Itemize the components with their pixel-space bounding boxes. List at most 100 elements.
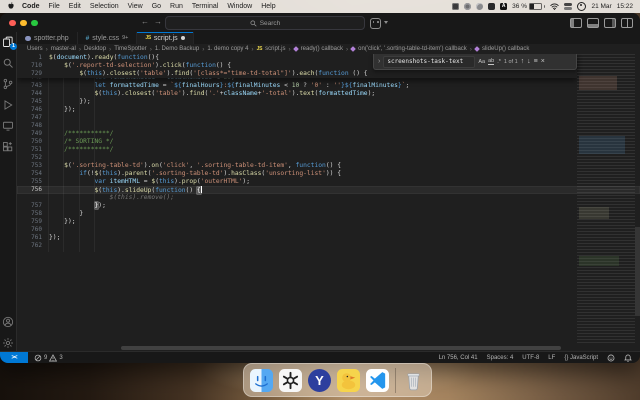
battery-percent: 36 % [512,3,527,10]
breadcrumb-item[interactable]: slideUp() callback [482,46,529,52]
breadcrumb-item[interactable]: script.js [265,46,285,52]
menu-item-terminal[interactable]: Terminal [192,3,218,10]
feedback-icon [607,354,615,361]
explorer-icon[interactable]: 1 [2,36,17,50]
breadcrumb-item[interactable]: 1. Demo Backup [155,46,199,52]
app-status-icon[interactable] [488,3,496,10]
nav-history-arrows[interactable]: ←→ [141,17,167,26]
php-file-icon [25,35,31,41]
regex-icon[interactable]: .* [497,59,501,65]
wifi-icon[interactable] [550,3,560,11]
app-status-icon[interactable] [476,3,484,10]
code-line: 758 } [31,210,84,217]
app-status-icon[interactable] [452,3,460,10]
code-line: 749 /***********/ [31,130,114,137]
chatgpt-dock-icon[interactable] [279,368,302,392]
language-mode[interactable]: {} JavaScript [564,355,598,361]
toggle-sidebar-icon[interactable] [570,17,582,28]
find-widget: › Aa ab .* 1 of 1 ↑ ↓ ≡ × [373,54,577,70]
eol-sequence[interactable]: LF [548,355,555,361]
minimap[interactable] [577,54,635,344]
menu-item-code[interactable]: Code [22,3,40,10]
problems-indicator[interactable]: 9 3 [34,353,63,362]
vertical-scrollbar[interactable] [635,226,640,317]
breadcrumb-item[interactable]: master-al [51,46,76,52]
code-lines[interactable]: 742 let finalMinutes = totalMinutes % 60… [17,54,640,250]
whole-word-icon[interactable]: ab [488,58,495,65]
settings-gear-icon[interactable] [2,337,14,349]
explorer-badge: 1 [10,43,17,50]
tab-spotter.php[interactable]: spotter.php [17,32,78,44]
encoding[interactable]: UTF-8 [522,355,539,361]
tab-style.css[interactable]: # style.css 9+ [78,32,138,44]
breadcrumb-separator: › [251,45,254,53]
menu-bar-date[interactable]: 21 Mar [591,3,611,10]
apple-menu-icon[interactable] [7,2,15,11]
code-editor[interactable]: 742 let finalMinutes = totalMinutes % 60… [17,54,640,352]
menu-item-selection[interactable]: Selection [90,3,119,10]
battery-indicator[interactable]: 36 % [512,2,546,11]
breadcrumb-item[interactable]: TimeSpotter [114,46,146,52]
find-input[interactable] [383,55,476,68]
breadcrumb-item[interactable]: on('click', '.sorting-table-td-item') ca… [358,46,467,52]
command-center-search[interactable]: Search [165,16,365,30]
cursor-position[interactable]: Ln 756, Col 41 [439,355,478,361]
code-line: 752 [31,154,42,161]
breadcrumb-item[interactable]: ready() callback [301,46,343,52]
unsaved-dot-icon[interactable] [180,36,185,40]
code-line: 760 [31,226,42,233]
extensions-icon[interactable] [2,141,14,153]
breadcrumb-item[interactable]: 1. demo copy 4 [207,46,248,52]
js-file-icon: JS [256,46,263,52]
app-status-icon[interactable] [464,3,472,10]
close-window-button[interactable] [9,19,16,26]
menu-item-file[interactable]: File [49,3,60,10]
remote-explorer-icon[interactable] [2,120,14,132]
minimize-window-button[interactable] [20,19,27,26]
symbol-method-icon [350,46,357,52]
user-switch-icon[interactable] [577,2,587,11]
menu-item-go[interactable]: Go [152,3,161,10]
finder-dock-icon[interactable] [250,368,273,392]
accounts-icon[interactable] [2,316,14,328]
breadcrumb-item[interactable]: Desktop [84,46,106,52]
breadcrumb: Users › master-al › Desktop › TimeSpotter › 1. D… [17,44,640,54]
horizontal-scrollbar[interactable] [121,346,561,350]
tab-script.js[interactable]: JS script.js [137,32,194,44]
vscode-dock-icon[interactable] [366,368,389,392]
indentation[interactable]: Spaces: 4 [487,355,514,361]
menu-item-help[interactable]: Help [261,3,275,10]
menu-item-window[interactable]: Window [227,3,252,10]
prev-match-icon[interactable]: ↑ [521,58,525,65]
yandex-browser-dock-icon[interactable]: Y [308,368,331,392]
input-source-icon[interactable]: A [500,3,508,10]
menu-item-view[interactable]: View [128,3,143,10]
toggle-panel-icon[interactable] [587,17,599,28]
search-icon[interactable] [2,57,14,69]
menu-item-edit[interactable]: Edit [69,3,81,10]
cyberduck-dock-icon[interactable] [337,368,360,392]
source-control-icon[interactable] [2,78,14,90]
control-center-icon[interactable] [564,3,573,10]
remote-indicator[interactable]: >< [0,352,28,363]
status-bar-right: Ln 756, Col 41 Spaces: 4 UTF-8 LF {} Jav… [439,354,640,362]
close-icon[interactable]: × [541,58,545,65]
symbol-method-icon [474,46,480,52]
find-results-count: 1 of 1 [503,58,518,65]
match-case-icon[interactable]: Aa [478,59,485,65]
menu-bar-time[interactable]: 15:22 [617,3,633,10]
breadcrumb-separator: › [346,45,349,53]
editor-layout-icon[interactable] [621,17,633,28]
chevron-collapse-icon[interactable]: › [378,58,380,65]
run-debug-icon[interactable] [2,99,14,111]
tab-label: spotter.php [34,34,69,42]
find-in-selection-icon[interactable]: ≡ [534,58,538,65]
code-line: 745 }); [31,98,91,105]
breadcrumb-item[interactable]: Users [27,46,43,52]
toggle-secondary-sidebar-icon[interactable] [604,17,616,28]
zoom-window-button[interactable] [31,19,38,26]
menu-item-run[interactable]: Run [170,3,183,10]
copilot-icon[interactable] [370,17,381,29]
next-match-icon[interactable]: ↓ [527,58,531,65]
trash-dock-icon[interactable] [402,369,425,392]
